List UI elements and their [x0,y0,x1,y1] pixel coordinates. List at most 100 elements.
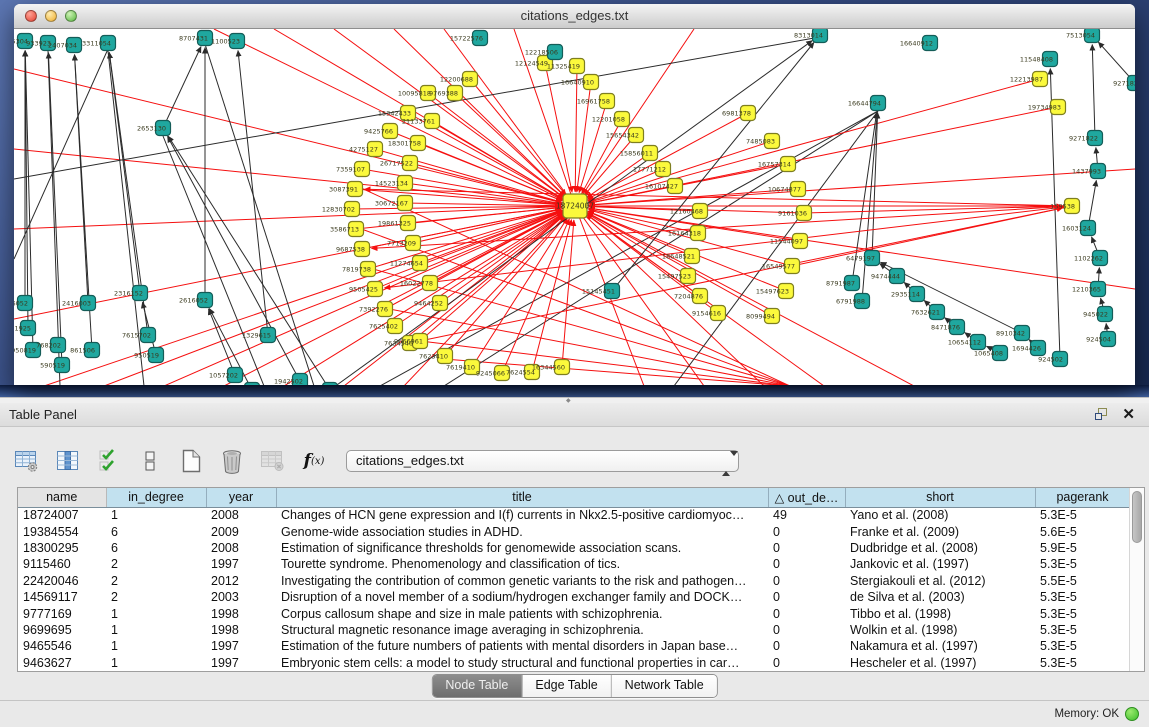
graph-node-label: 7623410 [419,353,448,361]
graph-node-label: 14523134 [375,180,408,188]
zoom-window-icon[interactable] [65,10,77,22]
delete-table-icon[interactable] [259,447,287,475]
graph-node-label: 2653130 [137,125,166,133]
graph-node-label: 2935114 [891,291,920,299]
graph-node-label: 927182 [1113,80,1135,88]
table-header-row: namein_degreeyeartitle△ out_de…shortpage… [18,488,1130,507]
graph-node[interactable] [245,383,260,386]
function-builder-icon[interactable]: f(x) [300,447,328,475]
column-header[interactable]: short [845,488,1035,507]
traffic-lights [25,10,77,22]
graph-node-label: 7625402 [369,323,398,331]
graph-node-label: 2416003 [62,300,91,308]
table-row[interactable]: 2242004622012Investigating the contribut… [18,573,1130,589]
minimize-window-icon[interactable] [45,10,57,22]
graph-node-label: 16022778 [400,280,433,288]
tab-node-table[interactable]: Node Table [432,675,522,697]
select-attributes-icon[interactable] [95,447,123,475]
column-header[interactable]: pagerank [1035,488,1130,507]
graph-node-label: 9474444 [871,273,900,281]
memory-label: Memory: OK [1054,708,1119,720]
graph-node-label: 11274654 [390,260,423,268]
graph-node-label: 16640912 [900,40,933,48]
table-row[interactable]: 946362711997Embryonic stem cells: a mode… [18,655,1130,671]
graph-node-label: 8471876 [931,324,960,332]
graph-node-label: 8791987 [826,280,855,288]
show-column-icon[interactable] [54,447,82,475]
graph-node-label: 9425766 [364,128,393,136]
network-desktop: citations_edges.txt 18724007100958181534… [0,0,1149,397]
column-header[interactable]: year [206,488,276,507]
graph-node-label: 10674877 [768,186,801,194]
column-header[interactable]: title [276,488,768,507]
graph-node-label: 17771212 [633,166,666,174]
graph-node-label: 7819738 [342,266,371,274]
graph-node-label: 1210365 [1072,286,1101,294]
table-scrollbar-thumb[interactable] [1132,491,1142,543]
graph-node-label: 7359107 [336,166,365,174]
graph-node-label: 9245066 [476,370,505,378]
graph-node-label: 12830702 [322,206,355,214]
new-document-icon[interactable] [177,447,205,475]
graph-node-label: 16344560 [532,364,565,372]
table-row[interactable]: 1456911722003Disruption of a novel membe… [18,589,1130,605]
graph-node-label: 7392276 [359,306,388,314]
graph-node-label: 6479197 [846,255,875,263]
graph-node-label: 9769388 [429,90,458,98]
table-row[interactable]: 1872400712008Changes of HCN gene express… [18,507,1130,523]
graph-node-label: 7619410 [446,364,475,372]
graph-node-label: 1603124 [1062,225,1091,233]
graph-node-label: 30672167 [375,200,408,208]
graph-node-label: 7624554 [506,369,535,377]
close-panel-icon[interactable]: ✕ [1122,408,1135,421]
table-row[interactable]: 1938455462009Genome-wide association stu… [18,523,1130,539]
table-scrollbar[interactable] [1129,488,1144,671]
column-header[interactable]: △ out_de… [768,488,845,507]
graph-node-label: 12200688 [440,76,473,84]
delete-icon[interactable] [218,447,246,475]
graph-node[interactable] [323,383,338,386]
graph-node-label: 924504 [1086,336,1111,344]
graph-node-label: 18301758 [388,140,421,148]
graph-node-label: 15497623 [756,288,789,296]
table-selector-combo[interactable]: citations_edges.txt [346,450,739,472]
float-panel-icon[interactable] [1095,408,1110,421]
table-row[interactable]: 911546021997Tourette syndrome. Phenomeno… [18,556,1130,572]
graph-node-label: 9464252 [414,300,443,308]
tab-edge-table[interactable]: Edge Table [522,675,611,697]
node-table: namein_degreeyeartitle△ out_de…shortpage… [17,487,1145,672]
graph-node-label: 12213987 [1010,76,1043,84]
table-row[interactable]: 946554611997Estimation of the future num… [18,638,1130,654]
column-header[interactable]: in_degree [106,488,206,507]
graph-node-label: 1694426 [1012,345,1041,353]
column-header[interactable]: name [18,488,106,507]
graph-node-label: 8910342 [996,330,1025,338]
table-settings-icon[interactable] [13,447,41,475]
rows-icon[interactable] [136,447,164,475]
memory-status-icon[interactable] [1125,707,1139,721]
table-row[interactable]: 969969511998Structural magnetic resonanc… [18,622,1130,638]
graph-node-label: 8313014 [794,32,823,40]
close-window-icon[interactable] [25,10,37,22]
graph-node-label: 2516052 [14,300,28,308]
desktop-strip [0,385,1149,397]
network-canvas[interactable]: 1872400710095818153424339425766427512773… [14,29,1135,385]
graph-node-label: 1065408 [974,350,1003,358]
table-row[interactable]: 977716911998Corpus callosum shape and si… [18,605,1130,621]
graph-node-label: 950519 [134,352,159,360]
graph-node-label: 7204876 [674,293,703,301]
window-title: citations_edges.txt [14,4,1135,28]
graph-node-label: 16644794 [848,100,881,108]
table-row[interactable]: 1830029562008Estimation of significance … [18,540,1130,556]
graph-node-label: 768202 [36,342,61,350]
tab-network-table[interactable]: Network Table [612,675,717,697]
graph-node-label: 15342433 [378,110,411,118]
graph-node-label: 10654112 [948,339,981,347]
graph-node-label: 11325419 [547,63,580,71]
graph-node-label: 18648521 [662,253,695,261]
table-selector-value: citations_edges.txt [356,453,464,468]
graph-node-label: 9154616 [692,310,721,318]
network-graph[interactable]: 1872400710095818153424339425766427512773… [14,29,1135,385]
graph-node-label: 18724007 [556,202,594,211]
window-titlebar[interactable]: citations_edges.txt [14,4,1135,29]
